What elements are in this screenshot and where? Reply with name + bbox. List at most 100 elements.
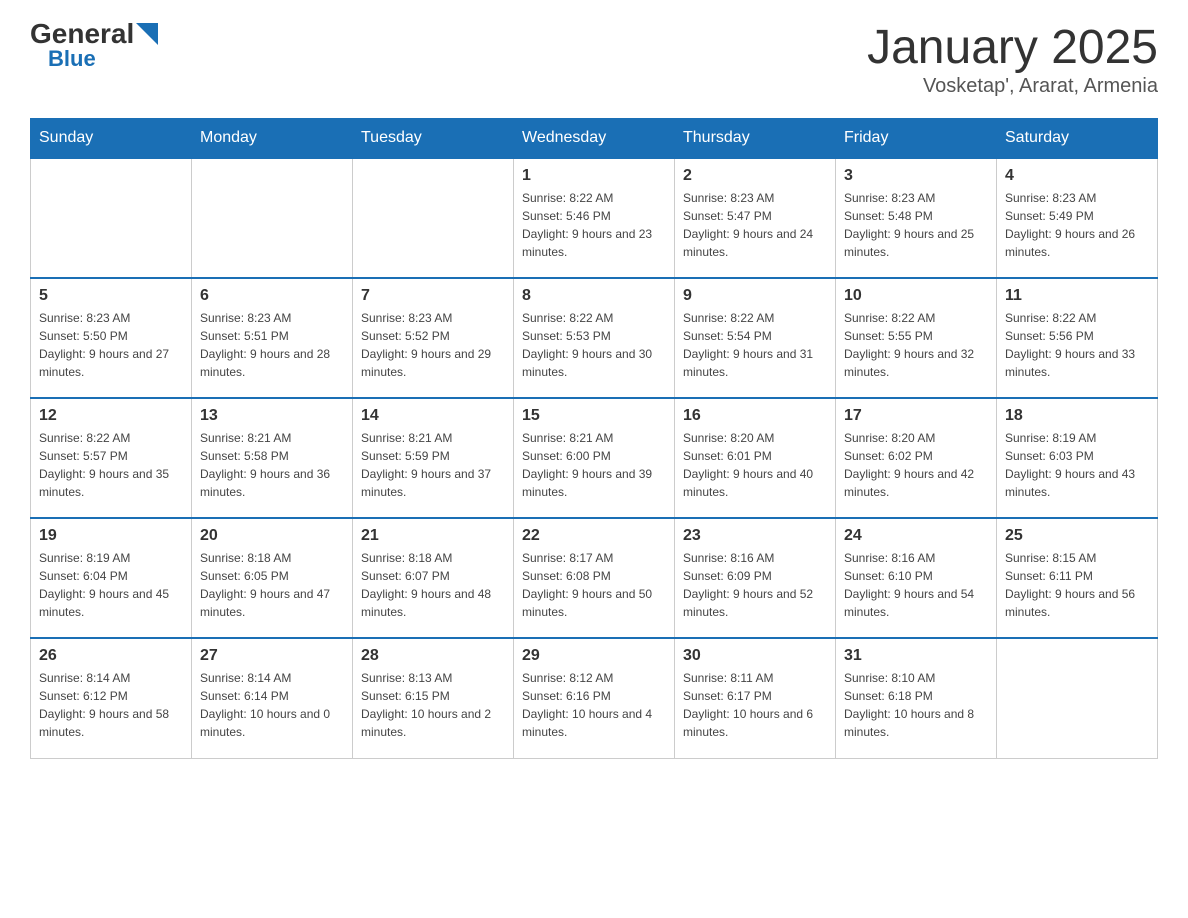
page-title: January 2025 bbox=[867, 20, 1158, 75]
calendar-table: SundayMondayTuesdayWednesdayThursdayFrid… bbox=[30, 118, 1158, 759]
day-info: Sunrise: 8:23 AM Sunset: 5:52 PM Dayligh… bbox=[361, 309, 505, 381]
day-number: 4 bbox=[1005, 167, 1149, 185]
day-number: 18 bbox=[1005, 407, 1149, 425]
day-number: 11 bbox=[1005, 287, 1149, 305]
calendar-day-cell: 2 Sunrise: 8:23 AM Sunset: 5:47 PM Daylig… bbox=[675, 158, 836, 278]
day-info: Sunrise: 8:23 AM Sunset: 5:50 PM Dayligh… bbox=[39, 309, 183, 381]
day-number: 27 bbox=[200, 647, 344, 665]
logo: General Blue bbox=[30, 20, 158, 70]
calendar-day-cell: 17 Sunrise: 8:20 AM Sunset: 6:02 PM Dayli… bbox=[836, 398, 997, 518]
calendar-day-cell: 26 Sunrise: 8:14 AM Sunset: 6:12 PM Dayli… bbox=[31, 638, 192, 758]
calendar-day-header: Friday bbox=[836, 119, 997, 159]
calendar-day-cell: 11 Sunrise: 8:22 AM Sunset: 5:56 PM Dayli… bbox=[997, 278, 1158, 398]
day-info: Sunrise: 8:14 AM Sunset: 6:12 PM Dayligh… bbox=[39, 669, 183, 741]
calendar-day-header: Tuesday bbox=[353, 119, 514, 159]
page-header: General Blue January 2025 Vosketap', Ara… bbox=[30, 20, 1158, 98]
day-number: 7 bbox=[361, 287, 505, 305]
day-number: 8 bbox=[522, 287, 666, 305]
calendar-day-cell: 23 Sunrise: 8:16 AM Sunset: 6:09 PM Dayli… bbox=[675, 518, 836, 638]
day-info: Sunrise: 8:23 AM Sunset: 5:47 PM Dayligh… bbox=[683, 189, 827, 261]
day-info: Sunrise: 8:22 AM Sunset: 5:57 PM Dayligh… bbox=[39, 429, 183, 501]
day-info: Sunrise: 8:22 AM Sunset: 5:54 PM Dayligh… bbox=[683, 309, 827, 381]
day-info: Sunrise: 8:13 AM Sunset: 6:15 PM Dayligh… bbox=[361, 669, 505, 741]
calendar-day-cell: 20 Sunrise: 8:18 AM Sunset: 6:05 PM Dayli… bbox=[192, 518, 353, 638]
day-info: Sunrise: 8:22 AM Sunset: 5:56 PM Dayligh… bbox=[1005, 309, 1149, 381]
calendar-day-cell: 18 Sunrise: 8:19 AM Sunset: 6:03 PM Dayli… bbox=[997, 398, 1158, 518]
day-number: 19 bbox=[39, 527, 183, 545]
calendar-week-row: 26 Sunrise: 8:14 AM Sunset: 6:12 PM Dayli… bbox=[31, 638, 1158, 758]
day-info: Sunrise: 8:21 AM Sunset: 6:00 PM Dayligh… bbox=[522, 429, 666, 501]
calendar-day-cell: 30 Sunrise: 8:11 AM Sunset: 6:17 PM Dayli… bbox=[675, 638, 836, 758]
day-number: 1 bbox=[522, 167, 666, 185]
day-number: 23 bbox=[683, 527, 827, 545]
calendar-week-row: 12 Sunrise: 8:22 AM Sunset: 5:57 PM Dayli… bbox=[31, 398, 1158, 518]
calendar-week-row: 1Sunrise: 8:22 AM Sunset: 5:46 PM Daylig… bbox=[31, 158, 1158, 278]
day-number: 15 bbox=[522, 407, 666, 425]
calendar-day-header: Monday bbox=[192, 119, 353, 159]
calendar-day-cell bbox=[192, 158, 353, 278]
calendar-day-cell: 13Sunrise: 8:21 AM Sunset: 5:58 PM Dayli… bbox=[192, 398, 353, 518]
day-number: 30 bbox=[683, 647, 827, 665]
day-number: 5 bbox=[39, 287, 183, 305]
calendar-body: 1Sunrise: 8:22 AM Sunset: 5:46 PM Daylig… bbox=[31, 158, 1158, 758]
day-number: 12 bbox=[39, 407, 183, 425]
calendar-day-cell: 3Sunrise: 8:23 AM Sunset: 5:48 PM Daylig… bbox=[836, 158, 997, 278]
calendar-day-cell: 12 Sunrise: 8:22 AM Sunset: 5:57 PM Dayli… bbox=[31, 398, 192, 518]
day-number: 20 bbox=[200, 527, 344, 545]
calendar-day-cell: 25Sunrise: 8:15 AM Sunset: 6:11 PM Dayli… bbox=[997, 518, 1158, 638]
day-info: Sunrise: 8:11 AM Sunset: 6:17 PM Dayligh… bbox=[683, 669, 827, 741]
calendar-day-cell: 29 Sunrise: 8:12 AM Sunset: 6:16 PM Dayli… bbox=[514, 638, 675, 758]
calendar-day-cell: 28 Sunrise: 8:13 AM Sunset: 6:15 PM Dayli… bbox=[353, 638, 514, 758]
calendar-day-cell: 10Sunrise: 8:22 AM Sunset: 5:55 PM Dayli… bbox=[836, 278, 997, 398]
day-number: 22 bbox=[522, 527, 666, 545]
day-info: Sunrise: 8:22 AM Sunset: 5:55 PM Dayligh… bbox=[844, 309, 988, 381]
day-info: Sunrise: 8:19 AM Sunset: 6:04 PM Dayligh… bbox=[39, 549, 183, 621]
calendar-day-cell bbox=[353, 158, 514, 278]
calendar-day-cell: 14Sunrise: 8:21 AM Sunset: 5:59 PM Dayli… bbox=[353, 398, 514, 518]
day-number: 6 bbox=[200, 287, 344, 305]
day-number: 17 bbox=[844, 407, 988, 425]
calendar-day-header: Sunday bbox=[31, 119, 192, 159]
calendar-day-cell: 27Sunrise: 8:14 AM Sunset: 6:14 PM Dayli… bbox=[192, 638, 353, 758]
day-info: Sunrise: 8:17 AM Sunset: 6:08 PM Dayligh… bbox=[522, 549, 666, 621]
day-number: 2 bbox=[683, 167, 827, 185]
calendar-day-cell: 22 Sunrise: 8:17 AM Sunset: 6:08 PM Dayli… bbox=[514, 518, 675, 638]
day-number: 28 bbox=[361, 647, 505, 665]
calendar-day-cell: 7 Sunrise: 8:23 AM Sunset: 5:52 PM Daylig… bbox=[353, 278, 514, 398]
day-number: 26 bbox=[39, 647, 183, 665]
calendar-day-cell: 1Sunrise: 8:22 AM Sunset: 5:46 PM Daylig… bbox=[514, 158, 675, 278]
calendar-day-cell: 24Sunrise: 8:16 AM Sunset: 6:10 PM Dayli… bbox=[836, 518, 997, 638]
day-number: 29 bbox=[522, 647, 666, 665]
calendar-day-cell: 8Sunrise: 8:22 AM Sunset: 5:53 PM Daylig… bbox=[514, 278, 675, 398]
logo-general-text: General bbox=[30, 20, 134, 48]
title-block: January 2025 Vosketap', Ararat, Armenia bbox=[867, 20, 1158, 98]
logo-blue-text: Blue bbox=[48, 48, 96, 70]
day-info: Sunrise: 8:20 AM Sunset: 6:01 PM Dayligh… bbox=[683, 429, 827, 501]
day-number: 3 bbox=[844, 167, 988, 185]
day-number: 16 bbox=[683, 407, 827, 425]
calendar-day-header: Thursday bbox=[675, 119, 836, 159]
day-info: Sunrise: 8:16 AM Sunset: 6:09 PM Dayligh… bbox=[683, 549, 827, 621]
calendar-day-cell: 19 Sunrise: 8:19 AM Sunset: 6:04 PM Dayli… bbox=[31, 518, 192, 638]
calendar-week-row: 5 Sunrise: 8:23 AM Sunset: 5:50 PM Daylig… bbox=[31, 278, 1158, 398]
calendar-day-cell: 6Sunrise: 8:23 AM Sunset: 5:51 PM Daylig… bbox=[192, 278, 353, 398]
day-number: 21 bbox=[361, 527, 505, 545]
calendar-day-cell: 31Sunrise: 8:10 AM Sunset: 6:18 PM Dayli… bbox=[836, 638, 997, 758]
calendar-day-cell: 16 Sunrise: 8:20 AM Sunset: 6:01 PM Dayli… bbox=[675, 398, 836, 518]
calendar-day-cell: 21 Sunrise: 8:18 AM Sunset: 6:07 PM Dayli… bbox=[353, 518, 514, 638]
day-info: Sunrise: 8:12 AM Sunset: 6:16 PM Dayligh… bbox=[522, 669, 666, 741]
day-info: Sunrise: 8:18 AM Sunset: 6:05 PM Dayligh… bbox=[200, 549, 344, 621]
calendar-day-cell: 15 Sunrise: 8:21 AM Sunset: 6:00 PM Dayli… bbox=[514, 398, 675, 518]
calendar-day-cell: 5 Sunrise: 8:23 AM Sunset: 5:50 PM Daylig… bbox=[31, 278, 192, 398]
calendar-week-row: 19 Sunrise: 8:19 AM Sunset: 6:04 PM Dayli… bbox=[31, 518, 1158, 638]
calendar-header: SundayMondayTuesdayWednesdayThursdayFrid… bbox=[31, 119, 1158, 159]
day-number: 14 bbox=[361, 407, 505, 425]
day-info: Sunrise: 8:23 AM Sunset: 5:49 PM Dayligh… bbox=[1005, 189, 1149, 261]
day-info: Sunrise: 8:19 AM Sunset: 6:03 PM Dayligh… bbox=[1005, 429, 1149, 501]
day-info: Sunrise: 8:20 AM Sunset: 6:02 PM Dayligh… bbox=[844, 429, 988, 501]
day-info: Sunrise: 8:18 AM Sunset: 6:07 PM Dayligh… bbox=[361, 549, 505, 621]
day-number: 31 bbox=[844, 647, 988, 665]
calendar-day-cell: 9Sunrise: 8:22 AM Sunset: 5:54 PM Daylig… bbox=[675, 278, 836, 398]
day-info: Sunrise: 8:21 AM Sunset: 5:58 PM Dayligh… bbox=[200, 429, 344, 501]
day-info: Sunrise: 8:16 AM Sunset: 6:10 PM Dayligh… bbox=[844, 549, 988, 621]
